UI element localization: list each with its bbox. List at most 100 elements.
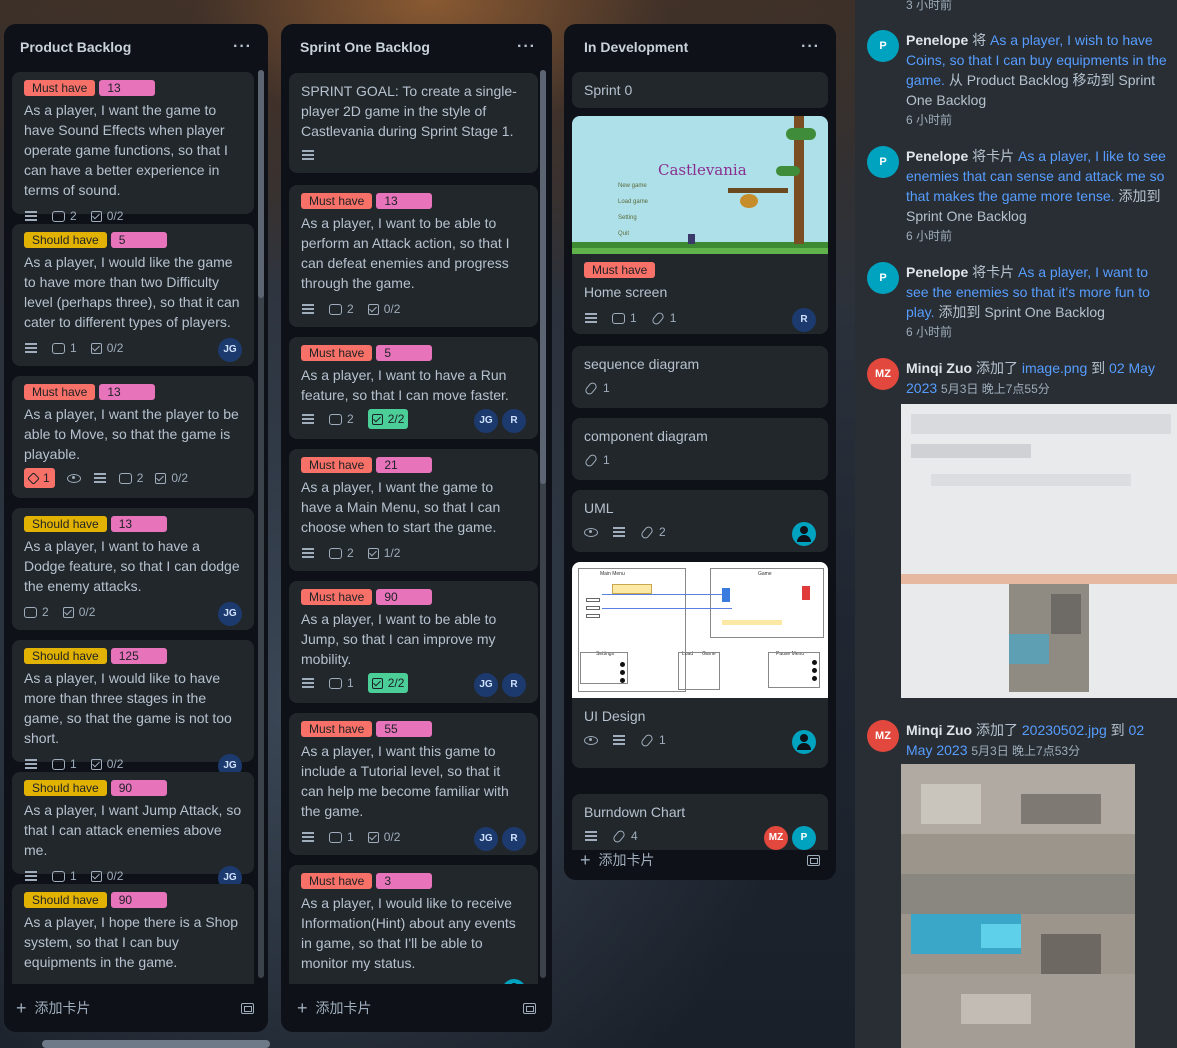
attachment-icon xyxy=(639,732,655,748)
card[interactable]: Must have 55 As a player, I want this gam… xyxy=(289,713,538,855)
label-should-have: Should have xyxy=(24,892,107,908)
list-menu-button[interactable]: ··· xyxy=(517,38,536,56)
card-title: sequence diagram xyxy=(584,356,700,372)
member-avatar[interactable]: R xyxy=(502,673,526,697)
vote-badge[interactable]: 1 xyxy=(24,468,55,488)
checklist-count: 0/2 xyxy=(106,209,124,223)
checklist-icon xyxy=(90,210,102,222)
vote-icon xyxy=(27,471,40,485)
description-icon xyxy=(301,148,315,162)
avatar[interactable]: MZ xyxy=(867,720,899,752)
board: Product Backlog ··· Must have 13 As a pla… xyxy=(0,0,855,1048)
label-should-have: Should have xyxy=(24,648,107,664)
add-card-button[interactable]: + 添加卡片 xyxy=(580,844,820,876)
member-avatar[interactable]: JG xyxy=(474,827,498,851)
comment-icon xyxy=(329,413,342,425)
comment-icon xyxy=(329,547,342,559)
card[interactable]: UML 2 xyxy=(572,490,828,552)
card[interactable]: component diagram 1 xyxy=(572,418,828,480)
avatar[interactable]: MZ xyxy=(867,358,899,390)
activity-user[interactable]: Minqi Zuo xyxy=(906,360,972,376)
label-points: 90 xyxy=(376,589,433,605)
attachment-link[interactable]: image.png xyxy=(1022,360,1087,376)
checklist-count: 0/2 xyxy=(78,605,96,619)
card-title: As a player, I would like the game to ha… xyxy=(24,254,240,330)
card[interactable]: sequence diagram 1 xyxy=(572,346,828,408)
card[interactable]: Main Menu Game Settings Load Game Pause … xyxy=(572,562,828,768)
card[interactable]: Should have 5 As a player, I would like t… xyxy=(12,224,254,366)
comment-count: 1 xyxy=(347,830,354,844)
card[interactable]: Must have 90 As a player, I want to be ab… xyxy=(289,581,538,703)
description-icon xyxy=(24,341,38,355)
comment-count: 1 xyxy=(70,757,77,771)
checklist-complete-badge: 2/2 xyxy=(367,409,409,429)
member-avatar[interactable]: R xyxy=(502,409,526,433)
card[interactable]: Must have 13 As a player, I want to be ab… xyxy=(289,185,538,327)
activity-time[interactable]: 6 小时前 xyxy=(906,322,1173,342)
card-title: Burndown Chart xyxy=(584,804,686,820)
activity-time[interactable]: 6 小时前 xyxy=(906,110,1173,130)
card-template-icon[interactable] xyxy=(241,1002,254,1014)
card-template-icon[interactable] xyxy=(523,1002,536,1014)
comment-icon xyxy=(612,312,625,324)
plus-icon: + xyxy=(580,850,591,870)
label-points: 13 xyxy=(110,516,167,532)
label-must-have: Must have xyxy=(24,80,96,96)
card[interactable]: Must have 3 As a player, I would like to … xyxy=(289,865,538,984)
member-avatar[interactable]: JG xyxy=(218,338,242,362)
activity-user[interactable]: Minqi Zuo xyxy=(906,722,972,738)
card[interactable]: Should have 90 As a player, I hope there … xyxy=(12,884,254,984)
list-title[interactable]: Product Backlog xyxy=(20,39,131,55)
avatar[interactable]: P xyxy=(867,146,899,178)
description-icon xyxy=(301,302,315,316)
activity-user[interactable]: Penelope xyxy=(906,264,968,280)
card[interactable]: Must have 13 As a player, I want the game… xyxy=(12,72,254,223)
activity-time[interactable]: 5月3日 晚上7点53分 xyxy=(971,744,1080,758)
attachment-preview-image[interactable] xyxy=(901,764,1135,1048)
activity-user[interactable]: Penelope xyxy=(906,148,968,164)
card-title: Sprint 0 xyxy=(584,82,633,98)
avatar[interactable]: P xyxy=(867,30,899,62)
card[interactable]: Sprint 0 xyxy=(572,72,828,108)
member-avatar[interactable]: R xyxy=(502,827,526,851)
card[interactable]: Should have 125 As a player, I would like… xyxy=(12,640,254,778)
add-card-button[interactable]: + 添加卡片 xyxy=(16,992,254,1024)
member-avatar[interactable]: JG xyxy=(474,409,498,433)
activity-time[interactable]: 6 小时前 xyxy=(906,226,1173,246)
member-avatar[interactable] xyxy=(502,979,526,984)
card[interactable]: Burndown Chart 4 MZ P xyxy=(572,794,828,850)
checklist-count: 0/2 xyxy=(383,302,401,316)
card[interactable]: Castlevania New game Load game Setting Quit… xyxy=(572,116,828,334)
list-menu-button[interactable]: ··· xyxy=(233,38,252,56)
card[interactable]: SPRINT GOAL: To create a single-player 2… xyxy=(289,73,538,173)
card-template-icon[interactable] xyxy=(807,854,820,866)
attachment-preview-image[interactable] xyxy=(901,404,1177,698)
activity-time[interactable]: 5月3日 晚上7点55分 xyxy=(941,382,1050,394)
label-points: 90 xyxy=(110,780,167,796)
attachment-link[interactable]: 20230502.jpg xyxy=(1022,722,1107,738)
list-menu-button[interactable]: ··· xyxy=(801,38,820,56)
card[interactable]: Must have 5 As a player, I want to have a… xyxy=(289,337,538,439)
activity-user[interactable]: Penelope xyxy=(906,32,968,48)
comment-count: 2 xyxy=(42,605,49,619)
card-cover-image: Castlevania New game Load game Setting Quit xyxy=(572,116,828,254)
board-horizontal-scrollbar[interactable] xyxy=(42,1040,270,1048)
activity-item: P Penelope 将卡片 As a player, I like to se… xyxy=(867,146,1173,246)
watch-icon xyxy=(66,473,81,483)
member-avatar[interactable] xyxy=(792,730,816,754)
card-cover-image: Main Menu Game Settings Load Game Pause … xyxy=(572,562,828,698)
comment-count: 2 xyxy=(347,546,354,560)
member-avatar[interactable] xyxy=(792,522,816,546)
card[interactable]: Should have 13 As a player, I want to hav… xyxy=(12,508,254,630)
member-avatar[interactable]: JG xyxy=(218,602,242,626)
avatar[interactable]: P xyxy=(867,262,899,294)
list-title[interactable]: Sprint One Backlog xyxy=(300,39,430,55)
label-points: 13 xyxy=(99,384,156,400)
card[interactable]: Must have 21 As a player, I want the game… xyxy=(289,449,538,571)
member-avatar[interactable]: R xyxy=(792,308,816,332)
member-avatar[interactable]: JG xyxy=(474,673,498,697)
card[interactable]: Must have 13 As a player, I want the play… xyxy=(12,376,254,498)
add-card-button[interactable]: + 添加卡片 xyxy=(297,992,536,1024)
card[interactable]: Should have 90 As a player, I want Jump A… xyxy=(12,772,254,890)
list-title[interactable]: In Development xyxy=(584,39,688,55)
